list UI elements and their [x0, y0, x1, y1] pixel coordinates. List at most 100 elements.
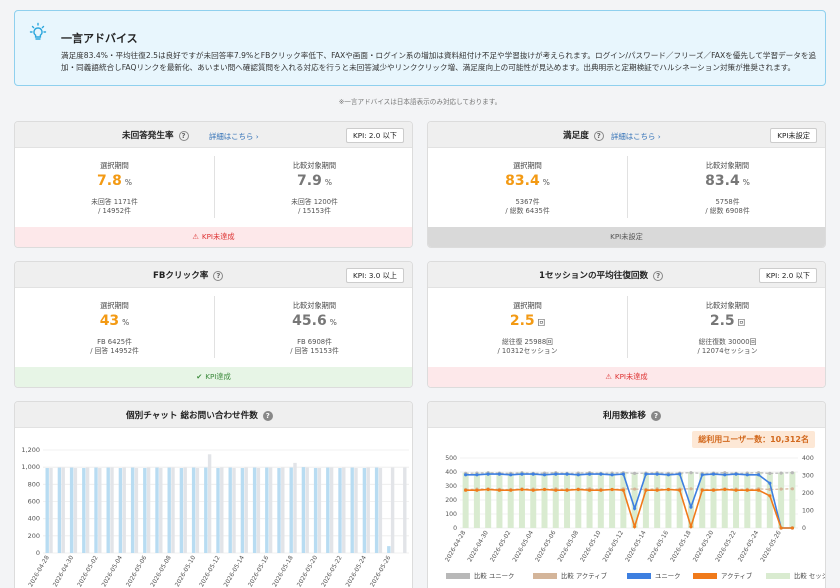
bar — [69, 467, 74, 553]
card-title: 1セッションの平均往復回数 — [539, 271, 649, 281]
selected-total: / 14952件 — [98, 207, 131, 215]
x-tick-label: 2026-05-14 — [624, 529, 648, 563]
y-tick-label: 400 — [445, 469, 457, 476]
bar — [106, 467, 110, 553]
card-title: 個別チャット 総お問い合わせ件数 — [126, 411, 258, 421]
data-point — [542, 473, 547, 477]
bar — [118, 468, 123, 553]
bar — [317, 468, 322, 553]
x-tick-label: 2026-05-02 — [489, 529, 513, 563]
data-point — [711, 488, 716, 492]
series-line — [465, 488, 793, 530]
bar — [305, 467, 309, 553]
x-tick-label: 2026-05-04 — [101, 554, 125, 588]
bar — [362, 468, 367, 553]
details-link[interactable]: 詳細はこちら › — [611, 131, 661, 142]
legend-swatch — [627, 573, 651, 579]
y2-tick-label: 300 — [802, 473, 814, 480]
x-tick-label: 2026-05-26 — [369, 554, 393, 588]
details-link[interactable]: 詳細はこちら › — [209, 131, 259, 142]
data-point — [633, 487, 637, 491]
y-tick-label: 0 — [36, 549, 40, 557]
bar — [57, 467, 62, 553]
bar — [342, 467, 346, 553]
y-tick-label: 600 — [28, 498, 40, 506]
warning-icon: ⚠ — [192, 232, 199, 241]
bar — [721, 472, 728, 528]
help-icon[interactable]: ? — [593, 130, 604, 141]
data-point — [475, 473, 479, 477]
help-icon[interactable]: ? — [653, 270, 664, 281]
comparison-period-label: 比較対象期間 — [292, 161, 337, 170]
data-point — [565, 472, 569, 476]
bar — [268, 467, 273, 553]
comparison-value: 2.5 — [709, 313, 735, 329]
x-tick-label: 2026-05-10 — [579, 529, 603, 563]
data-point — [554, 488, 558, 492]
unit: % — [122, 318, 130, 327]
bar — [654, 472, 661, 528]
bar — [473, 472, 480, 528]
card-header: 個別チャット 総お問い合わせ件数? — [15, 402, 412, 428]
data-point — [768, 481, 772, 485]
bar — [350, 467, 354, 553]
bar — [207, 454, 212, 553]
x-tick-label: 2026-05-20 — [692, 529, 716, 563]
bar — [710, 472, 717, 528]
x-tick-label: 2026-04-28 — [27, 554, 51, 588]
series-line — [465, 472, 793, 475]
bar — [733, 472, 740, 528]
bar — [204, 467, 208, 553]
help-icon[interactable]: ? — [213, 270, 224, 281]
advice-body: 満足度83.4%・平均往復2.5は良好ですが未回答率7.9%とFBクリック率低下… — [61, 51, 817, 73]
bar — [61, 467, 65, 553]
bar — [552, 472, 559, 528]
bar — [155, 467, 159, 553]
help-icon[interactable]: ? — [262, 410, 273, 421]
x-tick-label: 2026-05-14 — [223, 554, 247, 588]
bar — [195, 468, 200, 553]
series-line — [465, 473, 793, 529]
data-point — [700, 473, 704, 477]
data-point — [587, 472, 592, 476]
help-icon[interactable]: ? — [178, 130, 189, 141]
kpi-status-text: KPI達成 — [205, 372, 231, 381]
data-point — [790, 471, 794, 475]
bar — [240, 468, 245, 553]
data-point — [633, 471, 637, 475]
bar — [755, 472, 762, 528]
data-point — [464, 473, 468, 477]
fb-click-rate-card: FBクリック率? KPI: 3.0 以上 選択期間 43% FB 6425件 /… — [14, 261, 413, 388]
y-tick-label: 200 — [445, 497, 457, 504]
bar — [507, 472, 514, 528]
bar — [191, 467, 196, 553]
data-point — [576, 487, 580, 492]
advice-panel: 一言アドバイス 満足度83.4%・平均往復2.5は良好ですが未回答率7.9%とF… — [14, 10, 826, 86]
data-point — [464, 488, 468, 492]
bar — [338, 468, 342, 553]
bar — [374, 467, 379, 553]
bar — [94, 467, 98, 553]
bar — [378, 468, 383, 553]
bar — [82, 468, 86, 553]
data-point — [554, 472, 558, 476]
comparison-period-label: 比較対象期間 — [705, 161, 750, 170]
bar — [597, 472, 604, 528]
comparison-total: / 12074セッション — [697, 347, 758, 355]
bar — [277, 468, 281, 553]
bar — [183, 467, 187, 553]
help-icon[interactable]: ? — [650, 410, 661, 421]
bar — [45, 468, 49, 553]
data-point — [587, 488, 592, 492]
bar — [354, 468, 358, 553]
bar — [244, 467, 248, 553]
chat-inquiries-card: 個別チャット 総お問い合わせ件数? 0 200 400 600 800 1,000 1,20… — [14, 401, 413, 588]
y-tick-label: 800 — [28, 480, 40, 488]
legend-label: ユニーク — [655, 572, 681, 580]
data-point — [779, 471, 783, 475]
legend-swatch — [766, 573, 790, 579]
y-tick-label: 1,200 — [21, 446, 40, 454]
selected-period-label: 選択期間 — [100, 301, 129, 310]
legend-swatch — [446, 573, 470, 579]
selected-value: 43 — [99, 313, 120, 329]
